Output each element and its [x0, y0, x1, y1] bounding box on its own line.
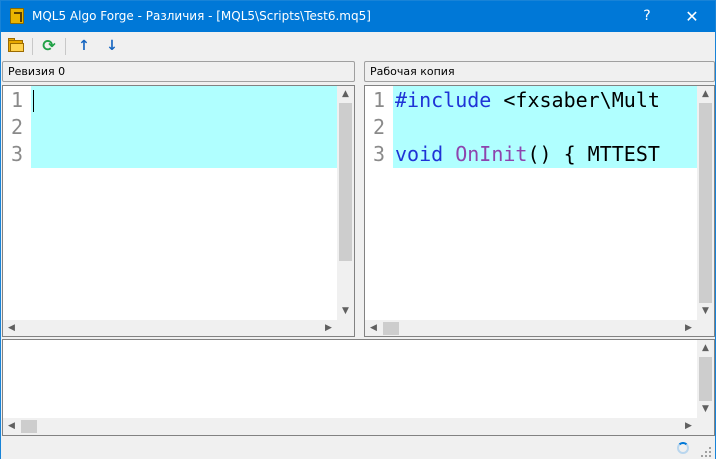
toolbar-separator — [32, 38, 33, 55]
help-button[interactable]: ? — [624, 1, 670, 32]
scroll-left-icon[interactable]: ◀ — [3, 418, 20, 435]
vertical-scrollbar[interactable]: ▲ ▼ — [337, 86, 354, 320]
line-number: 2 — [373, 115, 386, 139]
left-pane-header: Ревизия 0 — [2, 61, 355, 82]
arrow-up-icon: ↑ — [78, 38, 90, 54]
right-pane-header: Рабочая копия — [364, 61, 715, 82]
scroll-left-icon[interactable]: ◀ — [365, 320, 382, 336]
line-number: 2 — [11, 115, 24, 139]
scroll-down-icon[interactable]: ▼ — [337, 303, 354, 320]
scroll-up-icon[interactable]: ▲ — [337, 86, 354, 103]
text-caret — [33, 90, 34, 112]
horizontal-scrollbar[interactable]: ◀ ▶ — [3, 320, 337, 336]
scrollbar-thumb[interactable] — [339, 103, 352, 261]
refresh-button[interactable]: ⟳ — [39, 36, 59, 56]
scroll-right-icon[interactable]: ▶ — [680, 418, 697, 435]
vertical-scrollbar[interactable]: ▲ ▼ — [697, 86, 714, 320]
line-number: 3 — [373, 142, 386, 166]
app-logo-icon — [10, 8, 24, 24]
previous-difference-button[interactable]: ↑ — [74, 36, 94, 56]
pane-splitter[interactable] — [357, 61, 362, 337]
type-keyword: void — [395, 142, 444, 166]
resize-grip-icon[interactable] — [701, 447, 711, 457]
open-folder-button[interactable] — [7, 36, 27, 56]
scroll-right-icon[interactable]: ▶ — [320, 320, 337, 336]
function-name: OnInit — [455, 142, 528, 166]
code-rest: () { MTTEST — [527, 142, 660, 166]
next-difference-button[interactable]: ↓ — [102, 36, 122, 56]
arrow-down-icon: ↓ — [106, 38, 118, 54]
line-number: 3 — [11, 142, 24, 166]
window-title: MQL5 Algo Forge - Различия - [MQL5\Scrip… — [32, 9, 371, 23]
title-bar[interactable]: MQL5 Algo Forge - Различия - [MQL5\Scrip… — [1, 1, 715, 32]
scrollbar-thumb[interactable] — [699, 103, 712, 303]
horizontal-scrollbar[interactable]: ◀ ▶ — [365, 320, 697, 336]
scroll-left-icon[interactable]: ◀ — [3, 320, 20, 336]
scroll-up-icon[interactable]: ▲ — [697, 86, 714, 103]
line-number: 1 — [11, 88, 24, 112]
toolbar: ⟳ ↑ ↓ — [1, 32, 715, 59]
scroll-down-icon[interactable]: ▼ — [697, 303, 714, 320]
output-panel[interactable]: ▲ ▼ ◀ ▶ — [2, 339, 715, 436]
diff-window: MQL5 Algo Forge - Различия - [MQL5\Scrip… — [0, 0, 716, 459]
line-number-gutter: 1 2 3 — [3, 86, 31, 320]
scroll-down-icon[interactable]: ▼ — [697, 401, 714, 418]
scroll-corner — [697, 320, 714, 336]
left-code-editor[interactable]: 1 2 3 ▲ ▼ ◀ ▶ — [2, 85, 355, 337]
scroll-right-icon[interactable]: ▶ — [680, 320, 697, 336]
right-code-editor[interactable]: 1 2 3 #include <fxsaber\Mult void OnInit… — [364, 85, 715, 337]
horizontal-scrollbar[interactable]: ◀ ▶ — [3, 418, 697, 435]
code-line: #include <fxsaber\Mult — [395, 88, 660, 112]
status-bar — [1, 437, 715, 459]
scroll-corner — [697, 418, 714, 435]
line-number-gutter: 1 2 3 — [365, 86, 393, 320]
scrollbar-thumb[interactable] — [383, 322, 399, 335]
loading-spinner-icon — [677, 442, 689, 454]
diff-highlight — [31, 86, 337, 168]
close-button[interactable]: ✕ — [669, 1, 715, 32]
scrollbar-thumb[interactable] — [21, 420, 37, 433]
refresh-icon: ⟳ — [42, 36, 56, 55]
include-path: <fxsaber\Mult — [491, 88, 660, 112]
scroll-corner — [337, 320, 354, 336]
line-number: 1 — [373, 88, 386, 112]
preprocessor-directive: #include — [395, 88, 492, 112]
scroll-up-icon[interactable]: ▲ — [697, 340, 714, 357]
scrollbar-thumb[interactable] — [699, 357, 712, 401]
code-line: void OnInit() { MTTEST — [395, 142, 660, 166]
vertical-scrollbar[interactable]: ▲ ▼ — [697, 340, 714, 418]
toolbar-separator — [65, 38, 66, 55]
